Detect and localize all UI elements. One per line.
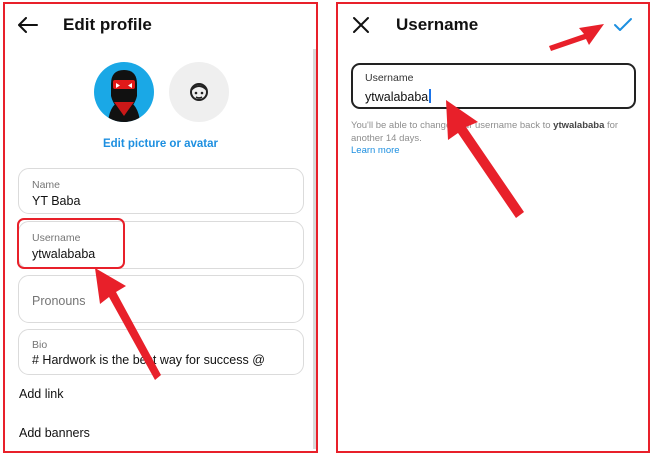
username-panel: Username Username ytwalababa You'll be a…: [336, 2, 650, 453]
arrow-left-icon: [18, 17, 38, 33]
bio-label: Bio: [32, 339, 48, 351]
ninja-avatar-icon: [108, 70, 140, 122]
name-field[interactable]: Name YT Baba: [18, 168, 304, 214]
annotation-arrow-check: [549, 24, 604, 51]
add-link-button[interactable]: Add link: [19, 387, 63, 401]
scrollbar[interactable]: [313, 49, 316, 449]
username-title: Username: [396, 15, 479, 34]
add-banners-button[interactable]: Add banners: [19, 426, 90, 440]
edit-picture-link[interactable]: Edit picture or avatar: [5, 138, 316, 150]
close-button[interactable]: [348, 12, 374, 38]
pronouns-placeholder: Pronouns: [32, 294, 86, 308]
close-icon: [353, 17, 369, 33]
edit-profile-panel: Edit profile Edit picture or avatar Name…: [3, 2, 318, 453]
annotation-arrow: [95, 268, 161, 380]
username-input-label: Username: [365, 72, 414, 84]
edit-profile-header: Edit profile: [5, 4, 316, 48]
text-caret: [429, 89, 431, 103]
annotation-arrow-input: [446, 100, 524, 218]
page-title: Edit profile: [63, 15, 152, 34]
confirm-button[interactable]: [610, 12, 636, 38]
avatar-face-icon: [190, 83, 208, 101]
avatar-option[interactable]: [169, 62, 229, 122]
hint-username: ytwalababa: [553, 120, 605, 131]
name-value: YT Baba: [32, 194, 81, 208]
username-input-value: ytwalababa: [365, 90, 429, 104]
username-input-value-wrap: ytwalababa: [365, 89, 431, 104]
profile-avatar[interactable]: [94, 62, 154, 122]
checkmark-icon: [614, 18, 632, 31]
learn-more-link[interactable]: Learn more: [351, 145, 400, 156]
name-label: Name: [32, 179, 61, 191]
back-button[interactable]: [15, 12, 41, 38]
